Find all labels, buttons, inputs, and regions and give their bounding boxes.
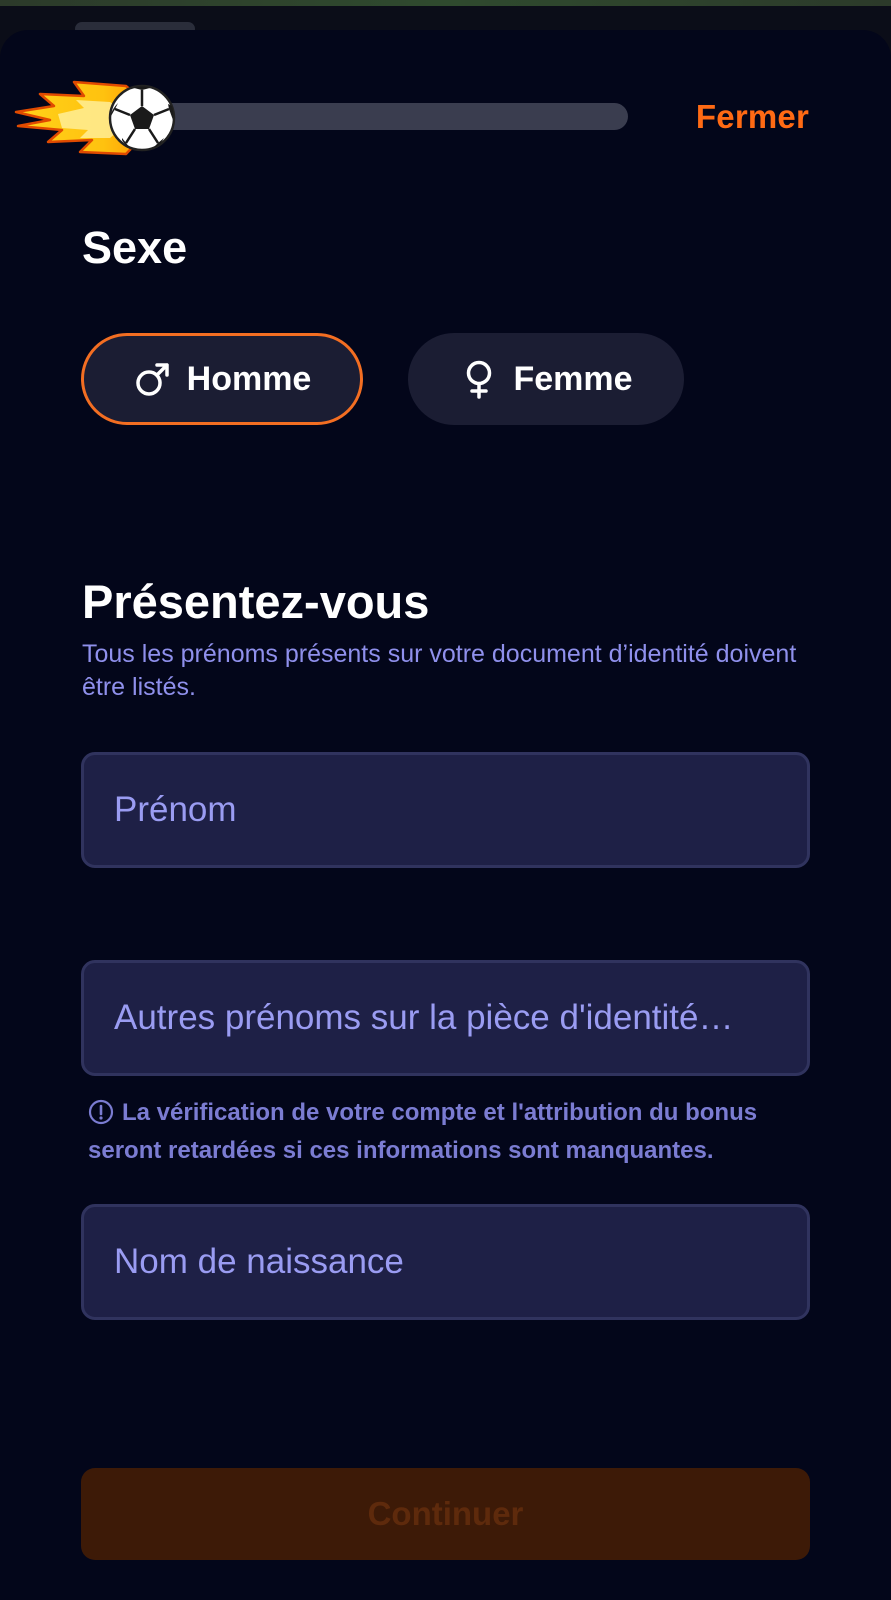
football-fireball-icon	[14, 80, 176, 156]
gender-option-female[interactable]: Femme	[408, 333, 684, 425]
gender-option-label: Femme	[513, 359, 633, 398]
birth-name-field[interactable]	[81, 1204, 810, 1320]
progress-bar	[130, 103, 628, 130]
other-names-input[interactable]	[114, 998, 777, 1038]
missing-info-notice: La vérification de votre compte et l'att…	[88, 1094, 818, 1170]
other-names-field[interactable]	[81, 960, 810, 1076]
notice-text: La vérification de votre compte et l'att…	[88, 1099, 758, 1164]
info-icon	[88, 1099, 114, 1125]
male-icon	[133, 359, 173, 399]
intro-subtitle: Tous les prénoms présents sur votre docu…	[82, 640, 797, 701]
gender-option-male[interactable]: Homme	[81, 333, 363, 425]
first-name-input[interactable]	[114, 790, 777, 830]
status-strip	[0, 0, 891, 6]
gender-option-label: Homme	[186, 359, 312, 398]
close-button[interactable]: Fermer	[696, 98, 809, 136]
sex-section-title: Sexe	[82, 222, 188, 273]
intro-section-title: Présentez-vous	[82, 575, 430, 628]
continue-button[interactable]: Continuer	[81, 1468, 810, 1560]
female-icon	[459, 359, 499, 399]
first-name-field[interactable]	[81, 752, 810, 868]
birth-name-input[interactable]	[114, 1242, 777, 1282]
